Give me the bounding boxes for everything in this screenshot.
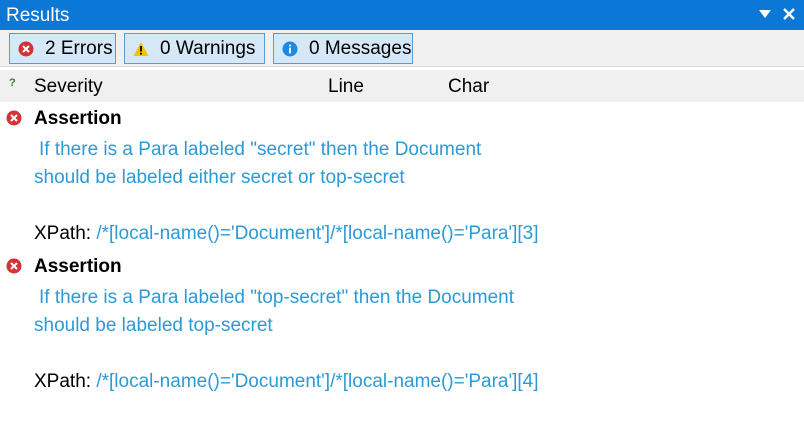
- warnings-filter-button[interactable]: 0 Warnings: [124, 33, 265, 64]
- error-icon: [16, 39, 36, 59]
- messages-filter-label: 0 Messages: [309, 37, 412, 59]
- result-xpath: XPath: /*[local-name()='Document']/*[loc…: [34, 223, 539, 245]
- help-icon[interactable]: ?: [9, 77, 16, 89]
- errors-filter-label: 2 Errors: [45, 37, 113, 59]
- title-bar: Results: [0, 0, 804, 30]
- result-type: Assertion: [34, 108, 122, 129]
- result-message-line1: If there is a Para labeled "secret" then…: [39, 139, 482, 160]
- results-list: Assertion If there is a Para labeled "se…: [0, 102, 804, 398]
- result-message-line2: should be labeled top-secret: [34, 315, 273, 336]
- close-icon[interactable]: [780, 4, 798, 24]
- result-type: Assertion: [34, 256, 122, 277]
- xpath-label: XPath:: [34, 223, 92, 244]
- result-message-line2: should be labeled either secret or top-s…: [34, 167, 405, 188]
- warning-icon: [131, 39, 151, 59]
- result-message-line1: If there is a Para labeled "top-secret" …: [39, 287, 515, 308]
- column-header: ? Severity Line Char: [0, 70, 804, 102]
- xpath-link[interactable]: /*[local-name()='Document']/*[local-name…: [96, 223, 538, 244]
- column-line[interactable]: Line: [328, 76, 364, 98]
- result-row[interactable]: Assertion If there is a Para labeled "se…: [0, 102, 804, 250]
- errors-filter-button[interactable]: 2 Errors: [9, 33, 116, 64]
- column-severity[interactable]: Severity: [34, 76, 103, 98]
- result-row[interactable]: Assertion If there is a Para labeled "to…: [0, 250, 804, 398]
- dropdown-arrow-icon[interactable]: [756, 4, 774, 24]
- window-title: Results: [6, 5, 70, 26]
- xpath-label: XPath:: [34, 371, 92, 392]
- xpath-link[interactable]: /*[local-name()='Document']/*[local-name…: [96, 371, 538, 392]
- result-xpath: XPath: /*[local-name()='Document']/*[loc…: [34, 371, 539, 393]
- filter-toolbar: 2 Errors 0 Warnings 0 Messages: [0, 30, 804, 67]
- warnings-filter-label: 0 Warnings: [160, 37, 256, 59]
- info-icon: [280, 39, 300, 59]
- messages-filter-button[interactable]: 0 Messages: [273, 33, 413, 64]
- column-char[interactable]: Char: [448, 76, 489, 98]
- error-icon: [6, 258, 24, 276]
- window-controls: [756, 4, 798, 24]
- error-icon: [6, 110, 24, 128]
